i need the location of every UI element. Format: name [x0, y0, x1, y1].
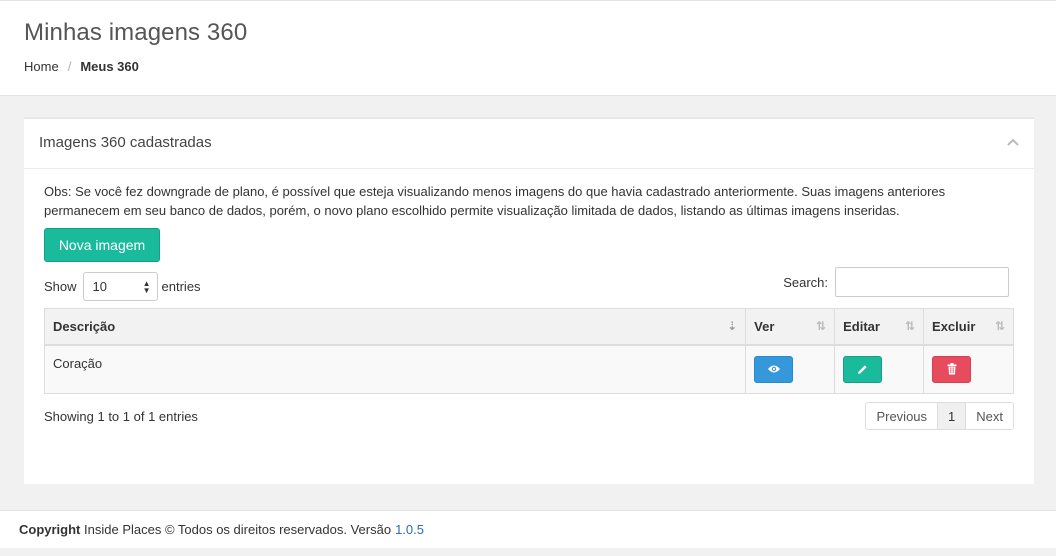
breadcrumb-home-link[interactable]: Home	[24, 59, 59, 74]
entries-length-control: Show 10 ▲ ▼ entries	[44, 272, 201, 301]
select-arrows-icon: ▲ ▼	[142, 279, 151, 295]
pencil-icon	[858, 364, 867, 374]
breadcrumb: Home / Meus 360	[24, 59, 139, 74]
entries-label: entries	[161, 279, 201, 294]
trash-icon	[947, 363, 957, 375]
footer: Copyright Inside Places © Todos os direi…	[0, 510, 1056, 548]
column-header-ver[interactable]: Ver ⇅	[745, 308, 836, 346]
view-button[interactable]	[754, 355, 794, 383]
breadcrumb-separator: /	[67, 59, 72, 74]
pagination-next[interactable]: Next	[965, 403, 1013, 429]
sort-icon: ⇅	[816, 319, 827, 333]
copyright-label: Copyright	[19, 522, 81, 537]
sort-icon: ⇅	[904, 319, 916, 333]
downgrade-notice: Obs: Se você fez downgrade de plano, é p…	[44, 184, 946, 218]
images-panel: Imagens 360 cadastradas Obs: Se você fez…	[24, 117, 1034, 484]
pagination: Previous 1 Next	[865, 402, 1014, 430]
column-header-excluir[interactable]: Excluir ⇅	[923, 308, 1014, 346]
search-label: Search:	[783, 274, 828, 290]
new-image-button[interactable]: Nova imagem	[44, 228, 160, 262]
delete-button[interactable]	[932, 355, 972, 383]
breadcrumb-current: Meus 360	[80, 59, 139, 74]
column-header-descricao[interactable]: Descrição ⇣	[43, 308, 747, 346]
table-info: Showing 1 to 1 of 1 entries	[44, 409, 198, 424]
page-title: Minhas imagens 360	[24, 19, 248, 46]
images-table: Descrição ⇣ Ver ⇅ Editar ⇅ Excluir ⇅ Cor…	[43, 308, 1014, 394]
show-label: Show	[44, 279, 77, 294]
search-control: Search:	[783, 267, 1009, 297]
entries-select[interactable]: 10 ▲ ▼	[82, 272, 158, 301]
eye-icon	[767, 365, 780, 373]
chevron-up-icon[interactable]	[1006, 137, 1020, 147]
sort-icon: ⇅	[994, 319, 1005, 333]
entries-select-value: 10	[92, 279, 107, 294]
sort-asc-icon: ⇣	[727, 319, 738, 333]
row-description: Coração	[43, 344, 747, 394]
search-input[interactable]	[835, 267, 1009, 297]
pagination-previous[interactable]: Previous	[866, 403, 938, 429]
panel-title: Imagens 360 cadastradas	[39, 134, 212, 151]
page-header: Minhas imagens 360 Home / Meus 360	[0, 0, 1056, 96]
version-link[interactable]: 1.0.5	[395, 522, 424, 537]
column-header-editar[interactable]: Editar ⇅	[834, 308, 925, 346]
panel-header: Imagens 360 cadastradas	[24, 119, 1034, 169]
table-row: Coração	[43, 344, 1014, 394]
footer-text: Inside Places © Todos os direitos reserv…	[84, 522, 392, 537]
edit-button[interactable]	[843, 355, 883, 383]
pagination-page-1[interactable]: 1	[937, 403, 966, 429]
